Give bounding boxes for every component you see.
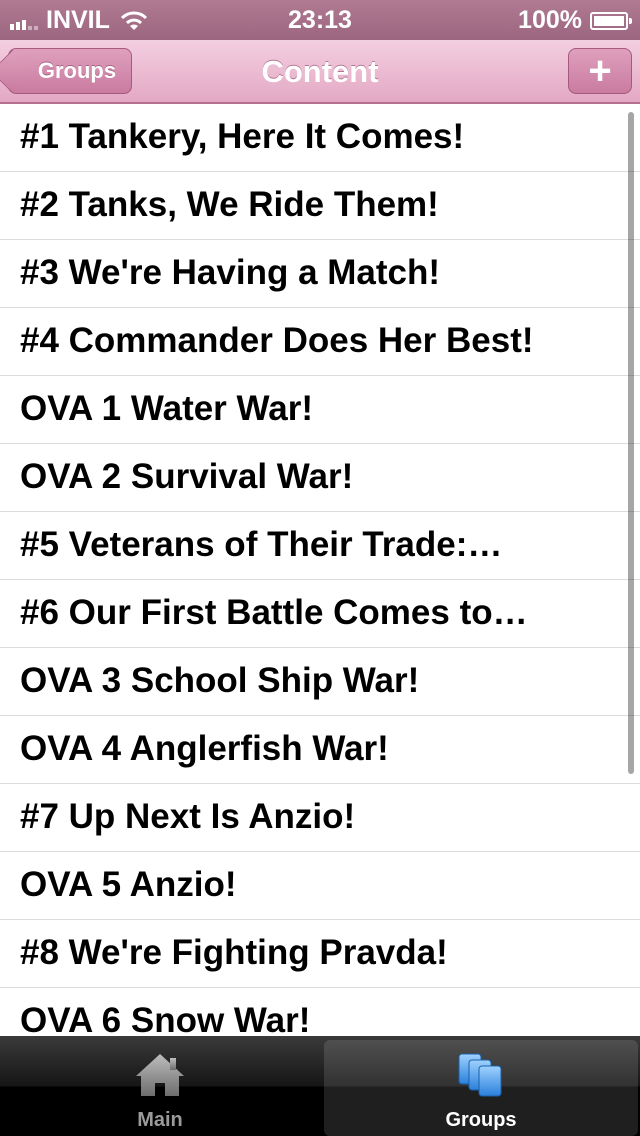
content-list[interactable]: #1 Tankery, Here It Comes! #2 Tanks, We … — [0, 104, 640, 1036]
status-right: 100% — [518, 6, 632, 35]
tab-bar: Main Groups — [0, 1036, 640, 1136]
list-item[interactable]: #1 Tankery, Here It Comes! — [0, 104, 640, 172]
tab-groups[interactable]: Groups — [324, 1040, 638, 1136]
list-item[interactable]: OVA 3 School Ship War! — [0, 648, 640, 716]
battery-percent: 100% — [518, 6, 582, 34]
list-item[interactable]: OVA 5 Anzio! — [0, 852, 640, 920]
status-bar: INVIL 23:13 100% — [0, 0, 640, 40]
list-item[interactable]: #2 Tanks, We Ride Them! — [0, 172, 640, 240]
groups-stack-icon — [458, 1053, 502, 1097]
page-title: Content — [261, 54, 379, 89]
list-item[interactable]: #5 Veterans of Their Trade:… — [0, 512, 640, 580]
tab-main-label: Main — [137, 1109, 183, 1131]
list-item[interactable]: OVA 6 Snow War! — [0, 988, 640, 1036]
list-item[interactable]: OVA 1 Water War! — [0, 376, 640, 444]
battery-icon — [590, 11, 632, 30]
scroll-indicator[interactable] — [628, 112, 634, 774]
list-item[interactable]: #3 We're Having a Match! — [0, 240, 640, 308]
list-item[interactable]: OVA 4 Anglerfish War! — [0, 716, 640, 784]
list-item[interactable]: #7 Up Next Is Anzio! — [0, 784, 640, 852]
add-button[interactable]: + — [568, 48, 632, 94]
list-item[interactable]: #8 We're Fighting Pravda! — [0, 920, 640, 988]
tab-groups-label: Groups — [445, 1109, 517, 1131]
tab-main[interactable]: Main — [3, 1040, 317, 1136]
navigation-bar: Groups Content + — [0, 40, 640, 104]
list-item[interactable]: OVA 2 Survival War! — [0, 444, 640, 512]
list-item[interactable]: #6 Our First Battle Comes to… — [0, 580, 640, 648]
list-item[interactable]: #4 Commander Does Her Best! — [0, 308, 640, 376]
house-icon — [136, 1054, 184, 1096]
